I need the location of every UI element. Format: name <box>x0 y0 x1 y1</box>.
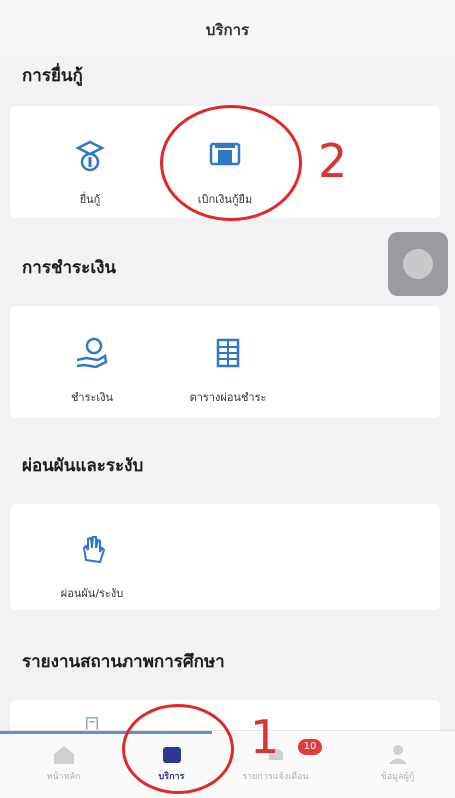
service-apply-loan[interactable]: ยื่นกู้ <box>30 136 150 208</box>
annotation-step-1: 1 <box>250 710 280 764</box>
service-label: ตารางผ่อนชำระ <box>189 391 267 404</box>
deferment-card: ผ่อนผัน/ระงับ <box>10 504 440 610</box>
home-icon <box>53 746 74 764</box>
service-payment-schedule[interactable]: ตารางผ่อนชำระ <box>168 334 288 406</box>
payment-card: ชำระเงิน ตารางผ่อนชำระ <box>10 306 440 418</box>
tab-home[interactable]: หน้าหลัก <box>18 731 109 798</box>
tab-label: ข้อมูลผู้กู้ <box>380 772 415 782</box>
service-pay[interactable]: ชำระเงิน <box>32 334 152 406</box>
page-header: บริการ <box>0 0 455 56</box>
section-title-deferment: ผ่อนผันและระงับ <box>22 456 144 476</box>
tab-label: หน้าหลัก <box>46 772 81 782</box>
service-deferment[interactable]: ผ่อนผัน/ระงับ <box>32 530 152 602</box>
profile-icon <box>388 745 407 764</box>
tab-label: รายการแจ้งเตือน <box>242 772 309 782</box>
floating-assistive-button[interactable] <box>388 232 448 296</box>
page-title: บริการ <box>205 21 250 39</box>
section-title-education-status: รายงานสถานภาพการศึกษา <box>22 652 225 672</box>
service-label: ยื่นกู้ <box>79 193 101 206</box>
annotation-circle-services-tab <box>122 704 234 794</box>
assistive-touch-icon <box>403 249 433 279</box>
notification-badge: 10 <box>298 739 322 755</box>
section-title-loan-application: การยื่นกู้ <box>22 66 83 86</box>
section-title-payment: การชำระเงิน <box>22 258 117 278</box>
hand-stop-icon <box>82 536 106 564</box>
tab-borrower-profile[interactable]: ข้อมูลผู้กู้ <box>352 731 443 798</box>
annotation-step-2: 2 <box>318 134 348 188</box>
service-label: ชำระเงิน <box>70 391 114 404</box>
annotation-circle-withdraw <box>160 105 302 221</box>
hand-coin-icon <box>76 337 108 369</box>
graduation-coin-icon <box>75 140 105 172</box>
service-label: ผ่อนผัน/ระงับ <box>60 587 124 600</box>
schedule-table-icon <box>216 338 240 368</box>
